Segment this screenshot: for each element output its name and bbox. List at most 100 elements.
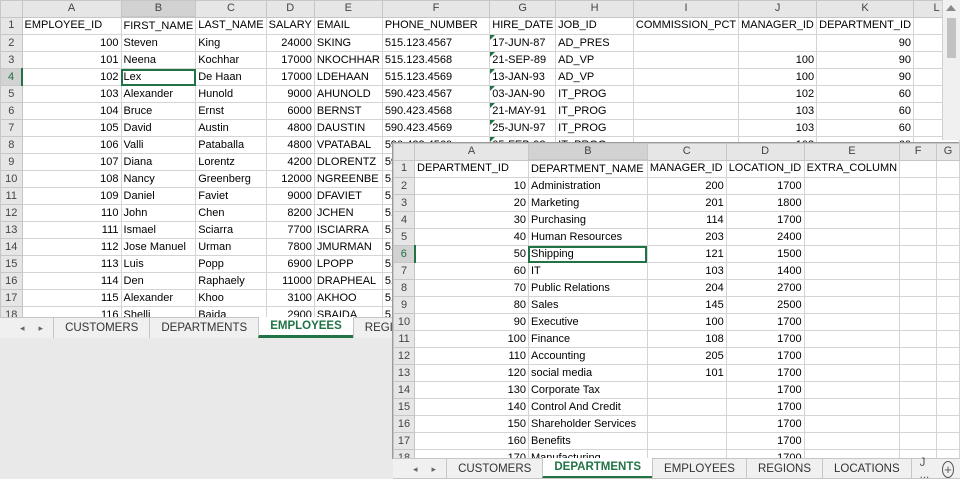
cell[interactable]: 9000 [265,85,315,103]
cell[interactable]: David [120,119,197,137]
cell[interactable]: 203 [646,228,727,246]
cell[interactable]: 90 [816,68,915,86]
cell[interactable]: HIRE_DATE [489,16,557,35]
column-header-f[interactable]: F [899,143,938,161]
cell[interactable] [936,313,960,331]
cell[interactable] [936,347,960,365]
cell[interactable]: JMURMAN [313,238,383,256]
cell[interactable]: Shareholder Services [527,415,648,433]
row-header[interactable]: 14 [393,381,416,399]
column-header-b[interactable]: B [527,143,648,161]
cell[interactable] [803,279,901,297]
row-header[interactable]: 10 [0,170,23,188]
cell[interactable]: SKING [313,34,383,52]
cell[interactable]: DAUSTIN [313,119,383,137]
cell[interactable] [738,34,818,52]
cell[interactable]: Sales [527,296,648,314]
cell[interactable]: 515.123.4569 [381,68,491,86]
cell[interactable]: 1800 [725,194,805,212]
cell[interactable]: 120 [414,364,529,382]
cell[interactable]: 4800 [265,136,315,154]
cell[interactable]: 90 [414,313,529,331]
cell[interactable]: BERNST [313,102,383,120]
cell[interactable] [936,364,960,382]
cell[interactable] [936,279,960,297]
cell[interactable]: LOCATION_ID [725,159,805,178]
column-header-d[interactable]: D [725,143,805,161]
cell[interactable]: 160 [414,432,529,450]
cell[interactable]: 590.423.4567 [381,85,491,103]
cell[interactable] [899,296,938,314]
cell[interactable] [646,432,727,450]
column-header-c[interactable]: C [646,143,727,161]
cell[interactable] [936,194,960,212]
cell[interactable]: 90 [816,51,915,69]
cell[interactable]: 121 [646,245,727,263]
column-header-b[interactable]: B [120,0,197,18]
cell[interactable]: 11000 [265,272,315,290]
cell[interactable]: 101 [646,364,727,382]
cell[interactable]: 111 [21,221,122,239]
cell[interactable]: 103 [21,85,122,103]
cell[interactable] [899,313,938,331]
cell[interactable]: Accounting [527,347,648,365]
cell[interactable] [936,159,960,178]
cell[interactable]: 102 [738,85,818,103]
cell[interactable]: IT [527,262,648,280]
cell[interactable]: AHUNOLD [313,85,383,103]
cell[interactable]: MANAGER_ID [646,159,727,178]
cell[interactable] [899,211,938,229]
row-header[interactable]: 5 [393,228,416,246]
cell[interactable]: COMMISSION_PCT [632,16,740,35]
cell[interactable]: Chen [195,204,267,222]
cell[interactable] [899,177,938,195]
cell[interactable]: 110 [21,204,122,222]
cell[interactable]: 1700 [725,347,805,365]
cell[interactable]: 21-SEP-89 [489,51,557,69]
cell[interactable]: AD_VP [555,68,634,86]
cell[interactable]: Corporate Tax [527,381,648,399]
cell[interactable]: Public Relations [527,279,648,297]
cell[interactable]: Urman [195,238,267,256]
cell[interactable]: 515.123.4567 [381,34,491,52]
cell[interactable]: 205 [646,347,727,365]
cell[interactable]: 60 [816,102,915,120]
cell[interactable]: 1700 [725,398,805,416]
cell[interactable]: DEPARTMENT_ID [816,16,915,35]
row-header[interactable]: 9 [0,153,23,171]
cell[interactable] [803,398,901,416]
cell[interactable] [899,194,938,212]
cell[interactable]: NKOCHHAR [313,51,383,69]
cell[interactable]: JOB_ID [555,16,634,35]
column-header-h[interactable]: H [555,0,634,18]
cell[interactable]: 1700 [725,211,805,229]
cell[interactable]: 25-JUN-97 [489,119,557,137]
row-header[interactable]: 3 [0,51,23,69]
cell[interactable] [632,34,740,52]
cell[interactable]: 17000 [265,51,315,69]
row-header[interactable]: 8 [393,279,416,297]
cell[interactable]: 50 [414,245,529,263]
column-header-e[interactable]: E [803,143,901,161]
cell[interactable]: 103 [646,262,727,280]
cell[interactable]: 9000 [265,187,315,205]
cell[interactable]: Human Resources [527,228,648,246]
cell[interactable]: 1500 [725,245,805,263]
active-cell[interactable]: Lex [120,68,197,86]
cell[interactable]: 115 [21,289,122,307]
column-header-e[interactable]: E [313,0,383,18]
cell[interactable]: SALARY [265,16,315,35]
cell[interactable]: Bruce [120,102,197,120]
row-header[interactable]: 17 [393,432,416,450]
cell[interactable]: Executive [527,313,648,331]
cell[interactable]: FIRST_NAME [120,16,197,35]
cell[interactable]: 103 [738,102,818,120]
cell[interactable]: 70 [414,279,529,297]
cell[interactable]: IT_PROG [555,119,634,137]
cell[interactable]: DRAPHEAL [313,272,383,290]
cell[interactable]: Valli [120,136,197,154]
cell[interactable]: Ismael [120,221,197,239]
add-sheet-icon[interactable]: + [942,461,954,478]
cell[interactable]: 12000 [265,170,315,188]
row-header[interactable]: 13 [0,221,23,239]
